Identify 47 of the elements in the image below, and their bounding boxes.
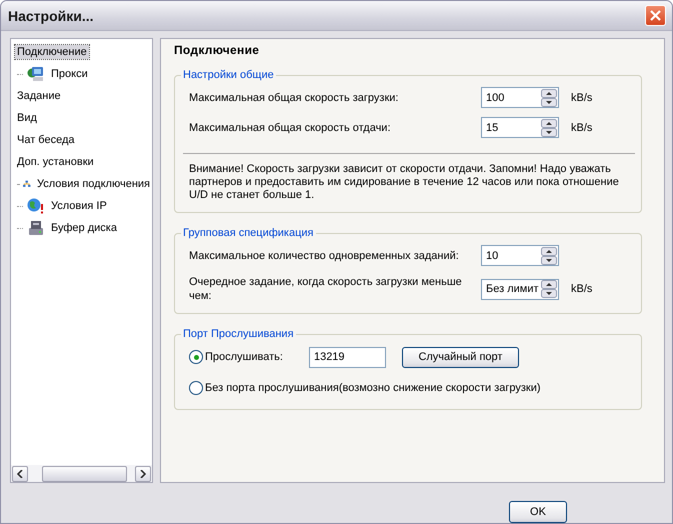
group-title: Порт Прослушивания xyxy=(182,328,295,340)
spin-buttons-icon[interactable] xyxy=(541,88,557,106)
computer-icon xyxy=(27,66,45,82)
number-field[interactable]: Без лимит xyxy=(481,278,559,300)
scroll-left-button[interactable] xyxy=(12,466,28,482)
warning-note: Внимание! Скорость загрузки зависит от скорости отдачи. Запомни! Надо уважать партнеров и предоставить им сидирование в течение 12 часов или пока отношение U/D не станет больше 1. xyxy=(189,163,620,202)
tree-item[interactable]: Чат беседа xyxy=(15,133,77,147)
unit-label: kB/s xyxy=(571,122,592,134)
number-field[interactable]: 10 xyxy=(481,245,559,266)
unit-label: kB/s xyxy=(571,283,592,295)
field-label: Максимальное количество одновременных заданий: xyxy=(189,248,460,262)
radio-button[interactable] xyxy=(189,350,203,364)
spin-buttons-icon[interactable] xyxy=(541,246,557,264)
number-field[interactable]: 100 xyxy=(481,87,559,108)
unit-label: kB/s xyxy=(571,92,592,104)
radio-label: Прослушивать: xyxy=(205,351,283,363)
port-field[interactable]: 13219 xyxy=(308,346,386,368)
tree-item[interactable]: Доп. установки xyxy=(15,155,96,169)
panel-title: Подключение xyxy=(174,43,260,57)
radio-button[interactable] xyxy=(189,381,203,395)
scroll-right-button[interactable] xyxy=(135,466,151,482)
tree-item[interactable]: Задание xyxy=(15,89,63,103)
globe-warning-icon xyxy=(27,198,45,214)
tree-item[interactable]: Условия IP xyxy=(49,199,109,213)
field-label: Максимальная общая скорость отдачи: xyxy=(189,120,392,134)
chevron-right-icon xyxy=(140,470,146,478)
radio-label: Без порта прослушивания(возмозно снижение скорости загрузки) xyxy=(205,382,541,394)
group-title: Групповая спецификация xyxy=(182,227,315,239)
field-label: Максимальная общая скорость загрузки: xyxy=(189,90,400,104)
scroll-thumb[interactable] xyxy=(42,466,127,482)
window-title: Настройки... xyxy=(8,8,94,24)
spin-buttons-icon[interactable] xyxy=(541,118,557,136)
tree-item[interactable]: Вид xyxy=(15,111,39,125)
tree-item[interactable]: Буфер диска xyxy=(49,221,119,235)
chevron-left-icon xyxy=(17,470,23,478)
ok-button[interactable]: OK xyxy=(509,501,567,523)
number-field[interactable]: 15 xyxy=(481,117,559,138)
close-icon xyxy=(650,10,661,21)
tree-item[interactable]: Подключение xyxy=(15,45,89,59)
field-label: Очередное задание, когда скорость загрузки меньше чем: xyxy=(189,275,463,303)
close-button[interactable] xyxy=(645,5,666,26)
spin-buttons-icon[interactable] xyxy=(541,280,557,298)
tree-item[interactable]: Прокси xyxy=(49,67,90,81)
tree-item[interactable]: Условия подключения xyxy=(34,177,152,191)
group-title: Настройки общие xyxy=(182,69,275,81)
random-port-button[interactable]: Случайный порт xyxy=(402,346,519,368)
disk-drive-icon xyxy=(27,220,45,236)
